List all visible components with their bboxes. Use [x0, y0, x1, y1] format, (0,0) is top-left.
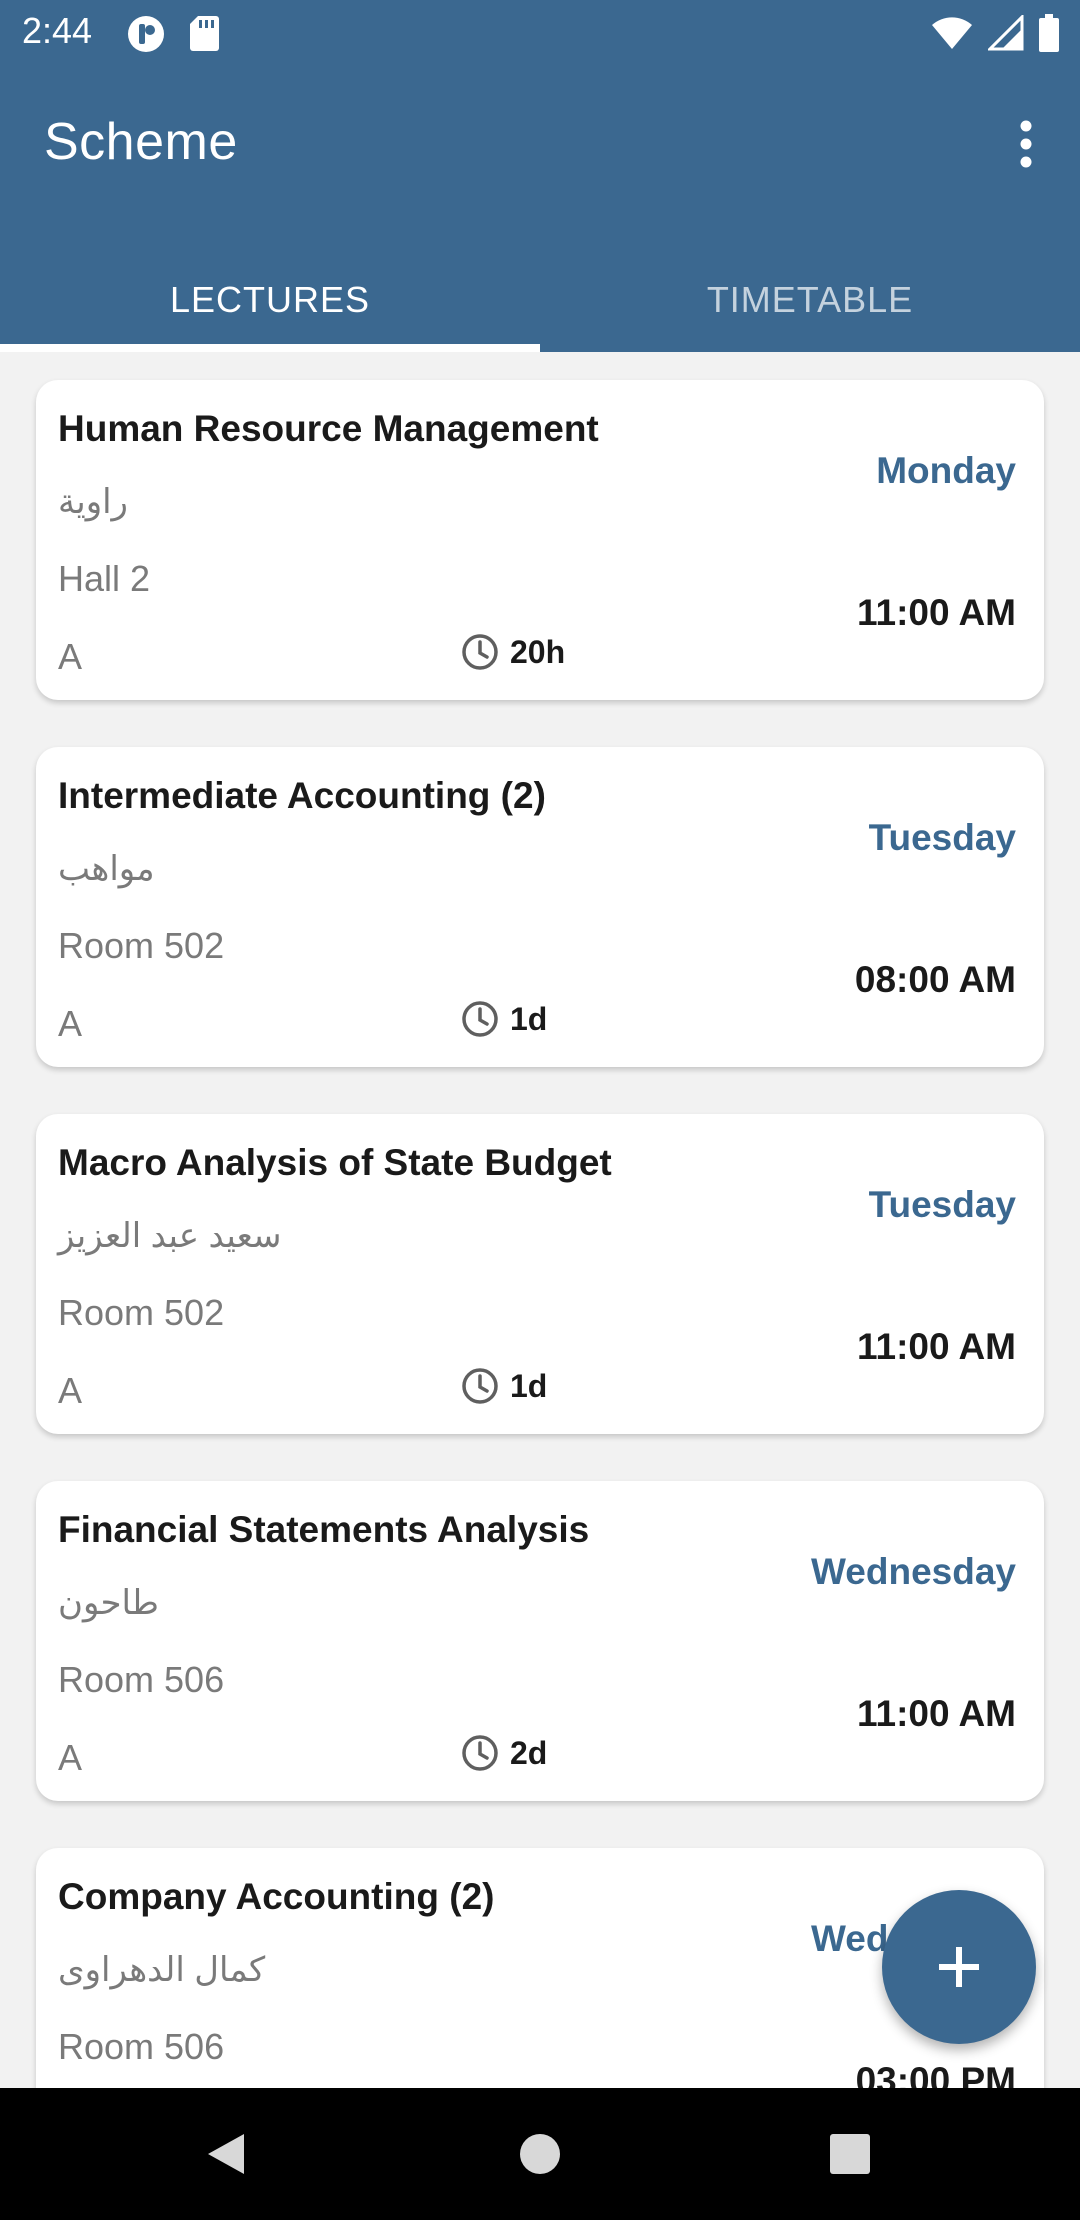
lecture-group: A [58, 1370, 83, 1411]
more-options-button[interactable] [998, 108, 1054, 180]
lecture-room: Room 506 [58, 1659, 225, 1700]
lecture-title: Intermediate Accounting (2) [58, 775, 546, 816]
lecture-time: 11:00 AM [856, 1693, 1016, 1734]
more-vertical-icon [1020, 120, 1032, 168]
battery-icon [1038, 14, 1060, 57]
lecture-lecturer: طاحون [58, 1584, 159, 1622]
status-left-icons [126, 14, 220, 59]
lecture-lecturer: راوية [58, 483, 128, 521]
lecture-group: A [58, 636, 83, 677]
lecture-day: Monday [876, 450, 1016, 491]
clock-icon [462, 1001, 498, 1037]
app-header: 2:44 Scheme LECTURES TIMETABLE [0, 0, 1080, 352]
lecture-group: A [58, 1003, 83, 1044]
lecture-remaining: 2d [460, 1733, 547, 1773]
lecture-lecturer: كمال الدهراوى [58, 1951, 266, 1989]
lecture-card[interactable]: Human Resource Management راوية Hall 2 A… [36, 380, 1044, 700]
signal-icon [986, 13, 1024, 56]
tab-indicator [0, 344, 540, 352]
lecture-remaining: 1d [460, 999, 547, 1039]
tab-lectures[interactable]: LECTURES [0, 248, 540, 352]
lecture-day: Tuesday [868, 817, 1016, 858]
lecture-card[interactable]: Financial Statements Analysis طاحون Room… [36, 1481, 1044, 1801]
sd-card-icon [188, 14, 220, 59]
tab-lectures-label: LECTURES [169, 279, 371, 320]
clock-icon [462, 1368, 498, 1404]
lecture-remaining-text: 1d [510, 1000, 548, 1037]
plus-icon [939, 1947, 979, 1987]
lecture-room: Hall 2 [58, 558, 151, 599]
status-right-icons [930, 13, 1060, 57]
clock-icon [462, 634, 498, 670]
lecture-title: Macro Analysis of State Budget [58, 1142, 612, 1183]
wifi-icon [930, 15, 974, 56]
system-nav-bar [0, 2088, 1080, 2220]
tab-bar: LECTURES TIMETABLE [0, 248, 1080, 352]
app-notification-icon [126, 14, 166, 59]
add-lecture-button[interactable] [882, 1890, 1036, 2044]
lecture-room: Room 506 [58, 2026, 225, 2067]
lecture-day: Wednesday [811, 1551, 1016, 1592]
lecture-card[interactable]: Macro Analysis of State Budget سعيد عبد … [36, 1114, 1044, 1434]
tab-timetable-label: TIMETABLE [706, 279, 914, 320]
lecture-time: 03:00 PM [855, 2060, 1016, 2088]
lecture-remaining: 20h [460, 632, 565, 672]
lecture-group: A [58, 1737, 83, 1778]
nav-back-button[interactable] [186, 2118, 266, 2190]
home-circle-icon [520, 2134, 560, 2174]
lecture-remaining-text: 20h [510, 633, 566, 670]
lecture-time: 11:00 AM [856, 1326, 1016, 1367]
lecture-title: Company Accounting (2) [58, 1876, 495, 1917]
recents-square-icon [830, 2134, 870, 2174]
status-bar: 2:44 [0, 0, 1080, 64]
lecture-remaining: 1d [460, 1366, 547, 1406]
screen: 2:44 Scheme LECTURES TIMETABLE Human Res… [0, 0, 1080, 2220]
tab-timetable[interactable]: TIMETABLE [540, 248, 1080, 352]
nav-home-button[interactable] [500, 2118, 580, 2190]
lecture-lecturer: سعيد عبد العزيز [58, 1217, 282, 1255]
lecture-title: Financial Statements Analysis [58, 1509, 590, 1550]
lecture-day: Tuesday [868, 1184, 1016, 1225]
lecture-list[interactable]: Human Resource Management راوية Hall 2 A… [0, 352, 1080, 2088]
app-title: Scheme [44, 113, 238, 171]
lecture-room: Room 502 [58, 1292, 225, 1333]
lecture-card[interactable]: Intermediate Accounting (2) مواهب Room 5… [36, 747, 1044, 1067]
lecture-remaining-text: 2d [510, 1734, 548, 1771]
nav-recents-button[interactable] [810, 2118, 890, 2190]
lecture-room: Room 502 [58, 925, 225, 966]
lecture-title: Human Resource Management [58, 408, 599, 449]
clock-icon [462, 1735, 498, 1771]
back-triangle-icon [208, 2134, 244, 2174]
lecture-lecturer: مواهب [58, 850, 155, 888]
status-time: 2:44 [22, 10, 93, 51]
lecture-time: 11:00 AM [856, 592, 1016, 633]
lecture-remaining-text: 1d [510, 1367, 548, 1404]
lecture-time: 08:00 AM [854, 959, 1016, 1000]
